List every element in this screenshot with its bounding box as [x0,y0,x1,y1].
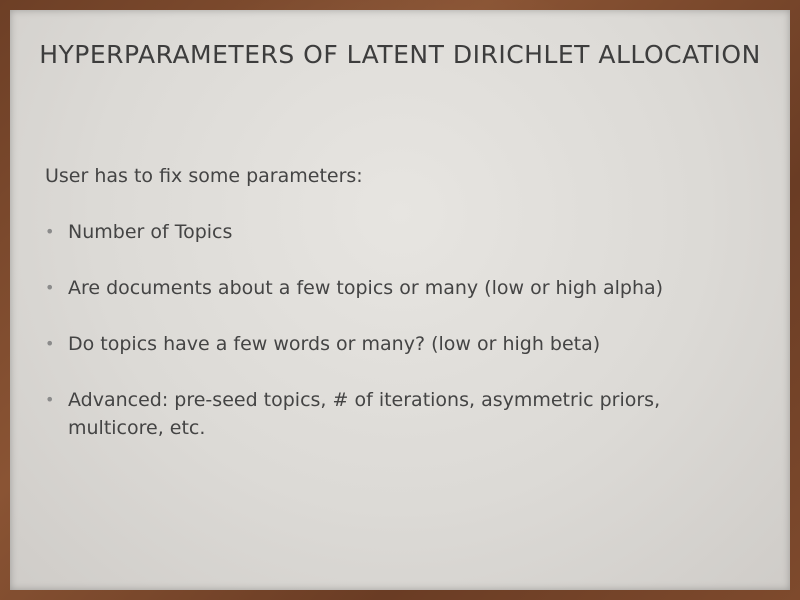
slide-title: HYPERPARAMETERS OF LATENT DIRICHLET ALLO… [39,40,761,69]
bullet-dot-icon: • [45,334,55,353]
intro-text: User has to fix some parameters: [45,165,363,187]
bullet-text: Number of Topics [68,221,233,243]
bullet-dot-icon: • [45,278,55,297]
bullet-text: Do topics have a few words or many? (low… [68,333,601,355]
slide-frame: HYPERPARAMETERS OF LATENT DIRICHLET ALLO… [0,0,800,600]
bullet-text: Are documents about a few topics or many… [68,277,664,299]
slide: HYPERPARAMETERS OF LATENT DIRICHLET ALLO… [10,10,790,590]
bullet-item: • Do topics have a few words or many? (l… [45,330,745,358]
bullet-dot-icon: • [45,390,55,409]
bullet-dot-icon: • [45,222,55,241]
bullet-list: • Number of Topics • Are documents about… [45,218,745,442]
bullet-item: • Advanced: pre-seed topics, # of iterat… [45,386,745,442]
bullet-item: • Are documents about a few topics or ma… [45,274,745,302]
bullet-item: • Number of Topics [45,218,745,246]
bullet-text: Advanced: pre-seed topics, # of iteratio… [68,389,661,439]
slide-body: User has to fix some parameters: • Numbe… [45,162,745,470]
